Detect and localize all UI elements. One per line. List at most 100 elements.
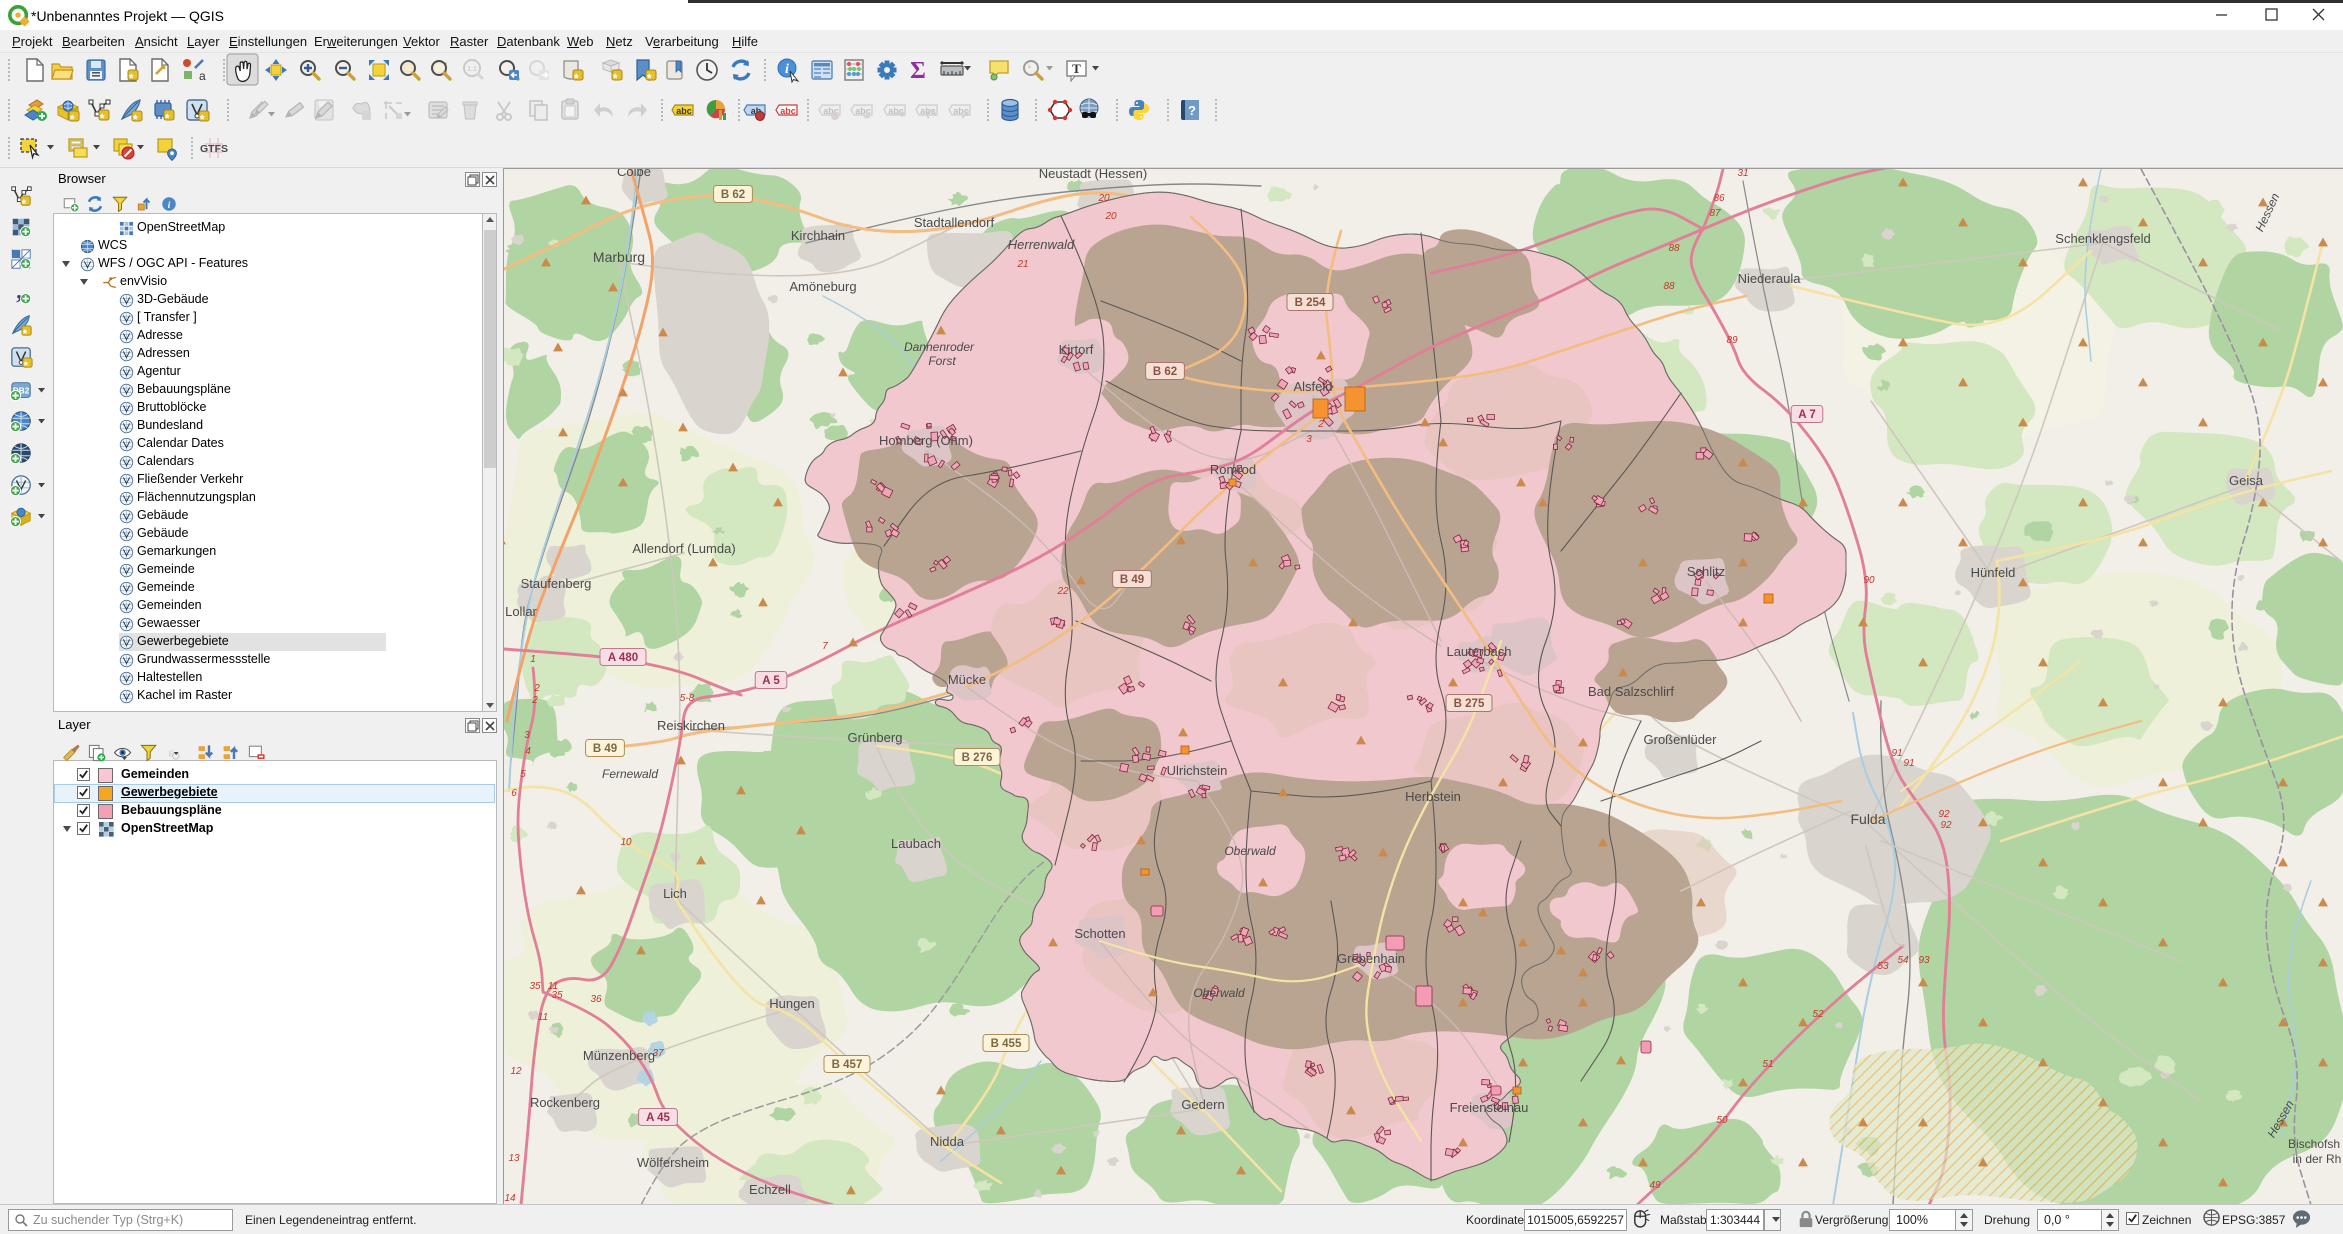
svg-text:B 275: B 275: [1454, 698, 1485, 710]
svg-text:Kirchhain: Kirchhain: [791, 228, 845, 243]
svg-text:Lich: Lich: [663, 886, 687, 901]
svg-text:2: 2: [533, 683, 540, 694]
svg-text:Allendorf (Lumda): Allendorf (Lumda): [632, 541, 735, 556]
svg-text:B 49: B 49: [1120, 574, 1144, 586]
svg-text:21: 21: [1016, 259, 1028, 270]
svg-text:B 254: B 254: [1295, 297, 1326, 309]
svg-text:52: 52: [1812, 1009, 1824, 1020]
svg-text:92: 92: [1940, 820, 1952, 831]
svg-text:Oberwald: Oberwald: [1193, 986, 1245, 1000]
svg-text:Hungen: Hungen: [769, 996, 815, 1011]
svg-text:Bad Salzschlirf: Bad Salzschlirf: [1588, 684, 1674, 699]
svg-text:B 62: B 62: [1153, 366, 1177, 378]
svg-text:Forst: Forst: [928, 354, 956, 368]
svg-text:88: 88: [1668, 243, 1680, 254]
svg-text:Fernewald: Fernewald: [602, 767, 658, 781]
svg-text:3: 3: [524, 730, 530, 741]
svg-text:3: 3: [1306, 434, 1312, 445]
svg-text:89: 89: [1726, 335, 1738, 346]
svg-text:36: 36: [590, 994, 602, 1005]
svg-text:Herbstein: Herbstein: [1405, 789, 1461, 804]
svg-text:Alsfeld: Alsfeld: [1293, 379, 1332, 394]
svg-text:Marburg: Marburg: [593, 249, 645, 265]
svg-text:2: 2: [531, 695, 538, 706]
svg-text:B 457: B 457: [832, 1059, 863, 1071]
svg-text:in der Rh: in der Rh: [2293, 1152, 2342, 1166]
svg-text:Fulda: Fulda: [1850, 811, 1885, 827]
svg-text:Bischofsh: Bischofsh: [2288, 1137, 2340, 1151]
svg-text:88: 88: [1663, 281, 1675, 292]
svg-text:35: 35: [529, 981, 541, 992]
svg-text:53: 53: [1877, 961, 1889, 972]
svg-text:Lauterbach: Lauterbach: [1446, 644, 1511, 659]
svg-text:Herrenwald: Herrenwald: [1008, 237, 1075, 252]
svg-text:11: 11: [538, 1012, 548, 1023]
svg-text:Stadtallendorf: Stadtallendorf: [914, 215, 995, 230]
svg-text:Oberwald: Oberwald: [1224, 844, 1276, 858]
svg-text:4: 4: [525, 746, 531, 757]
svg-text:5: 5: [520, 769, 526, 780]
svg-text:Niederaula: Niederaula: [1738, 271, 1802, 286]
svg-text:Lollar: Lollar: [505, 604, 537, 619]
svg-text:Rockenberg: Rockenberg: [530, 1095, 600, 1110]
svg-text:Laubach: Laubach: [891, 836, 941, 851]
svg-text:92: 92: [1938, 809, 1950, 820]
svg-text:Freiensteinau: Freiensteinau: [1450, 1100, 1529, 1115]
svg-text:Romrod: Romrod: [1210, 462, 1256, 477]
svg-text:Grünberg: Grünberg: [848, 730, 903, 745]
svg-text:91: 91: [1903, 758, 1914, 769]
svg-text:B 62: B 62: [721, 189, 745, 201]
svg-text:Cölbe: Cölbe: [617, 169, 651, 179]
svg-text:A 5: A 5: [762, 675, 780, 687]
svg-text:Ulrichstein: Ulrichstein: [1167, 763, 1228, 778]
svg-text:Münzenberg: Münzenberg: [583, 1048, 655, 1063]
svg-text:50: 50: [1716, 1115, 1728, 1126]
svg-text:Wölfersheim: Wölfersheim: [637, 1155, 709, 1170]
svg-text:14: 14: [504, 1193, 516, 1204]
svg-text:22: 22: [1056, 586, 1069, 597]
svg-text:6: 6: [511, 788, 517, 799]
svg-text:B 49: B 49: [593, 743, 617, 755]
svg-text:12: 12: [510, 1066, 522, 1077]
svg-text:Staufenberg: Staufenberg: [521, 576, 592, 591]
svg-text:B 276: B 276: [962, 752, 993, 764]
svg-text:Hünfeld: Hünfeld: [1971, 565, 2016, 580]
svg-text:20: 20: [1104, 211, 1117, 222]
svg-text:Homberg (Ohm): Homberg (Ohm): [879, 433, 973, 448]
svg-text:Amöneburg: Amöneburg: [789, 279, 856, 294]
svg-text:A 45: A 45: [646, 1112, 670, 1124]
svg-text:54: 54: [1897, 955, 1909, 966]
svg-text:5-8: 5-8: [680, 693, 695, 704]
svg-text:Geisa: Geisa: [2229, 473, 2264, 488]
svg-text:A 480: A 480: [608, 652, 638, 664]
svg-text:Reiskirchen: Reiskirchen: [657, 718, 725, 733]
svg-text:Gedern: Gedern: [1181, 1097, 1224, 1112]
svg-text:Großenlüder: Großenlüder: [1644, 732, 1718, 747]
svg-text:11: 11: [548, 981, 558, 992]
svg-text:91: 91: [1891, 748, 1902, 759]
svg-text:51: 51: [1762, 1059, 1773, 1070]
svg-text:Dannenroder: Dannenroder: [904, 340, 975, 354]
svg-text:Echzell: Echzell: [749, 1182, 791, 1197]
svg-text:7: 7: [822, 641, 828, 652]
svg-text:86: 86: [1713, 193, 1725, 204]
svg-text:Schlitz: Schlitz: [1687, 564, 1725, 579]
svg-text:Neustadt (Hessen): Neustadt (Hessen): [1039, 169, 1147, 181]
svg-text:Grebenhain: Grebenhain: [1337, 951, 1405, 966]
svg-text:Schotten: Schotten: [1074, 926, 1125, 941]
svg-text:Kirtorf: Kirtorf: [1059, 342, 1094, 357]
svg-text:10: 10: [620, 837, 632, 848]
svg-text:Nidda: Nidda: [930, 1134, 965, 1149]
svg-text:87: 87: [1709, 208, 1721, 219]
svg-text:93: 93: [1918, 955, 1930, 966]
svg-text:20: 20: [1097, 193, 1110, 204]
svg-text:90: 90: [1863, 575, 1875, 586]
svg-text:Mücke: Mücke: [948, 672, 986, 687]
svg-text:Schenklengsfeld: Schenklengsfeld: [2055, 231, 2150, 246]
svg-text:13: 13: [508, 1153, 520, 1164]
svg-text:2: 2: [1317, 419, 1324, 430]
svg-text:A 7: A 7: [1798, 409, 1815, 421]
svg-text:B 455: B 455: [991, 1038, 1022, 1050]
svg-text:31: 31: [1737, 169, 1748, 179]
svg-text:49: 49: [1649, 1180, 1661, 1191]
